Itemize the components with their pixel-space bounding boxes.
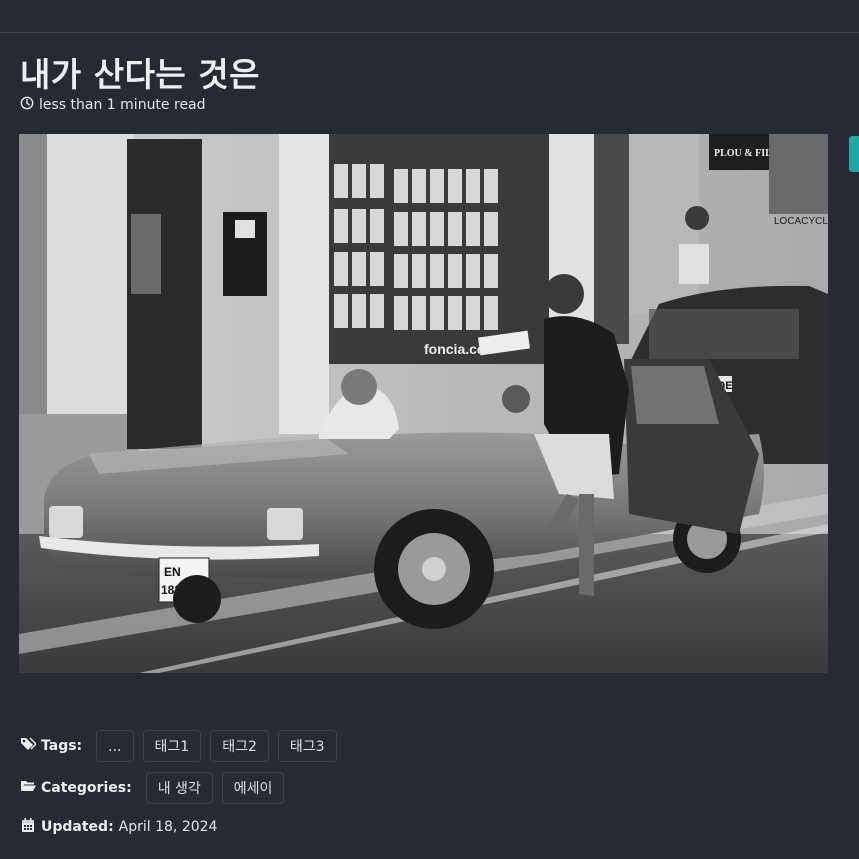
shop-sign-plou: PLOU & FILS bbox=[714, 148, 778, 159]
page-title: 내가 산다는 것은 bbox=[20, 55, 260, 94]
calendar-icon bbox=[20, 817, 36, 837]
tag-chip-tag3[interactable]: 태그3 bbox=[277, 730, 337, 762]
read-time: less than 1 minute read bbox=[20, 96, 206, 114]
updated-date: April 18, 2024 bbox=[118, 819, 218, 835]
shop-window-text: foncia.co bbox=[424, 341, 485, 357]
tag-chip-tag2[interactable]: 태그2 bbox=[210, 730, 269, 762]
categories-label: Categories: bbox=[20, 778, 132, 798]
updated-label: Updated: bbox=[20, 817, 114, 837]
tags-icon bbox=[20, 736, 37, 756]
tags-label: Tags: bbox=[20, 736, 82, 756]
svg-text:EN: EN bbox=[164, 565, 181, 579]
hero-image: foncia.co PLOU & FILS LOCACYCLE FG 680 Q… bbox=[19, 134, 828, 673]
masthead-divider bbox=[0, 32, 859, 33]
tag-chip-ellipsis[interactable]: ... bbox=[96, 730, 134, 762]
tag-chip-tag1[interactable]: 태그1 bbox=[142, 730, 202, 762]
shop-sign-locacycle: LOCACYCLE bbox=[774, 216, 828, 227]
updated-row: Updated: April 18, 2024 bbox=[20, 817, 217, 837]
category-chip-my-thoughts[interactable]: 내 생각 bbox=[145, 772, 213, 804]
clock-icon bbox=[20, 96, 34, 114]
folder-open-icon bbox=[20, 778, 36, 798]
category-chip-essay[interactable]: 에세이 bbox=[221, 772, 285, 804]
side-tab-handle[interactable] bbox=[849, 136, 859, 172]
read-time-text: less than 1 minute read bbox=[39, 97, 206, 113]
tags-row: Tags: ... 태그1 태그2 태그3 bbox=[20, 730, 346, 762]
categories-row: Categories: 내 생각 에세이 bbox=[20, 772, 293, 804]
